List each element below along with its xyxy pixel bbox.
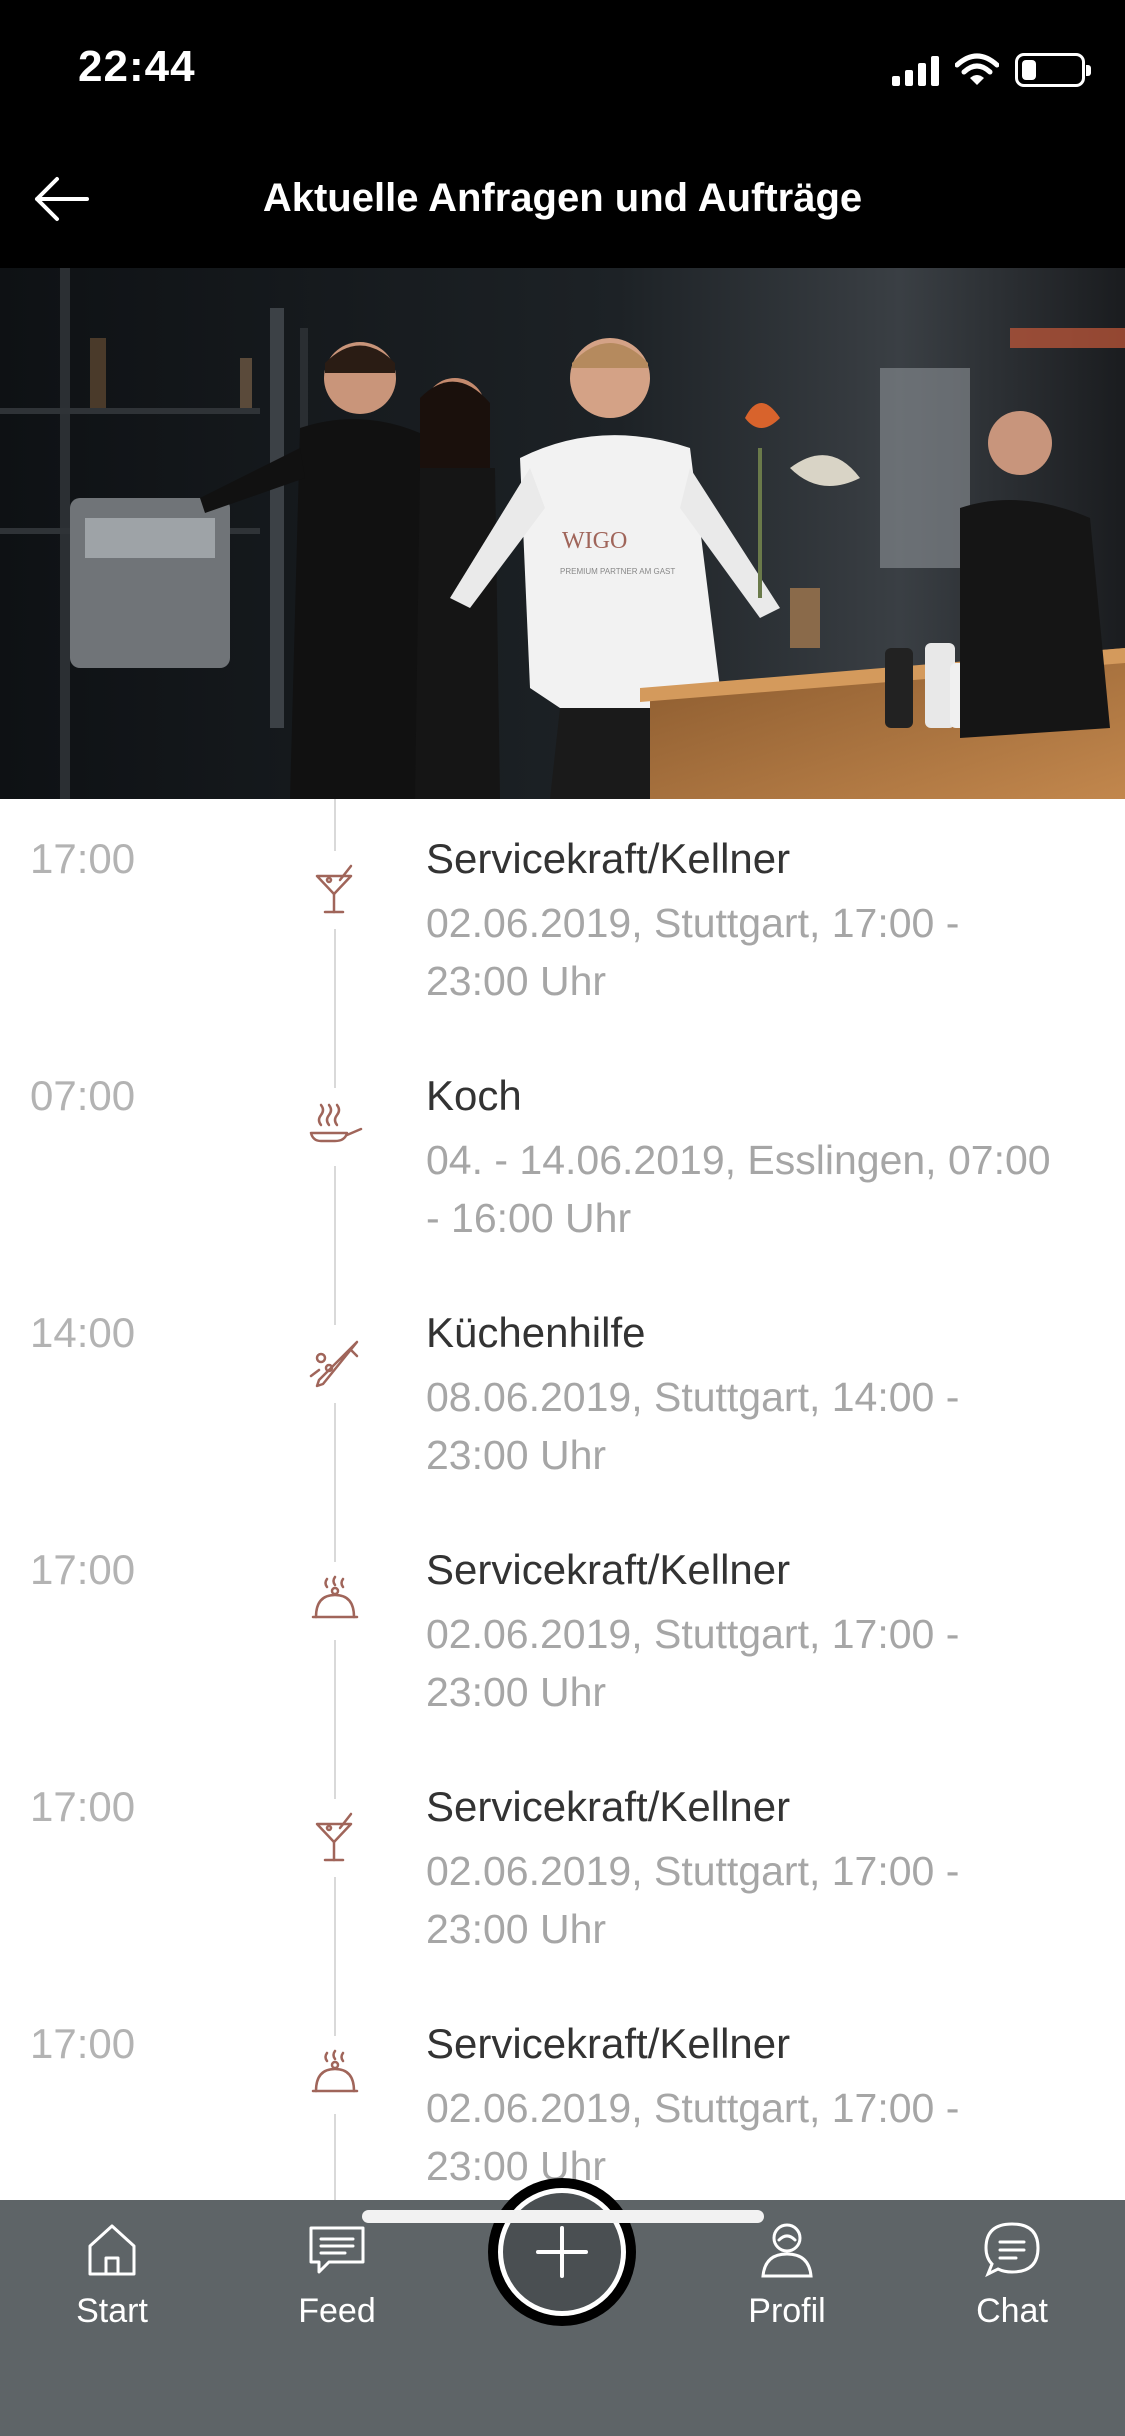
nav-header: Aktuelle Anfragen und Aufträge [0,132,1125,268]
item-title: Servicekraft/Kellner [426,835,791,882]
item-details: 02.06.2019, Stuttgart, 17:00 - 23:00 Uhr [426,1611,960,1715]
tab-feed[interactable]: Feed [257,2212,417,2352]
cooking-pan-icon [296,1088,374,1166]
home-icon [88,2224,136,2276]
battery-icon [1015,53,1091,87]
svg-text:PREMIUM PARTNER AM GAST: PREMIUM PARTNER AM GAST [560,567,675,576]
page-title: Aktuelle Anfragen und Aufträge [262,176,863,220]
item-time: 07:00 [30,1072,136,1119]
timeline-item[interactable]: 14:00 Küchenhilfe 08.06.2019, Stuttgart,… [0,1273,1125,1510]
tab-start[interactable]: Start [32,2212,192,2352]
item-details: 02.06.2019, Stuttgart, 17:00 - 23:00 Uhr [426,2085,960,2189]
timeline-item[interactable]: 07:00 Koch 04. - 14.06.2019, Esslingen, … [0,1036,1125,1273]
battery-level [1022,60,1036,80]
item-details: 02.06.2019, Stuttgart, 17:00 - 23:00 Uhr [426,1848,960,1952]
chat-icon [984,2222,1040,2278]
tab-chat[interactable]: Chat [932,2212,1092,2352]
item-title: Servicekraft/Kellner [426,1783,791,1830]
status-time: 22:44 [78,42,196,91]
timeline-item[interactable]: 17:00 Servicekraft/Kellner 02.06.2019, S… [0,1747,1125,1984]
item-time: 17:00 [30,1546,136,1593]
status-bar: 22:44 [0,0,1125,132]
tab-chat-label: Chat [976,2292,1048,2330]
item-title: Servicekraft/Kellner [426,2020,791,2067]
profile-icon [761,2223,813,2278]
item-title: Koch [426,1072,522,1119]
item-time: 17:00 [30,835,136,882]
tab-start-label: Start [76,2292,148,2330]
item-details: 04. - 14.06.2019, Esslingen, 07:00 - 16:… [426,1137,1051,1241]
wifi-icon [955,53,999,85]
cellular-signal-icon [892,54,939,86]
item-time: 17:00 [30,1783,136,1830]
item-title: Servicekraft/Kellner [426,1546,791,1593]
item-details: 02.06.2019, Stuttgart, 17:00 - 23:00 Uhr [426,900,960,1004]
cocktail-glass-icon [296,851,374,929]
add-button[interactable] [488,2178,636,2326]
timeline-list: 17:00 Servicekraft/Kellner 02.06.2019, S… [0,799,1125,2200]
hero-image: WIGO PREMIUM PARTNER AM GAST [0,268,1125,799]
serving-cloche-icon [296,1562,374,1640]
tab-feed-label: Feed [298,2292,376,2330]
serving-cloche-icon [296,2036,374,2114]
timeline-item[interactable]: 17:00 Servicekraft/Kellner 02.06.2019, S… [0,1984,1125,2200]
tab-profil[interactable]: Profil [707,2212,867,2352]
knife-vegetables-icon [296,1325,374,1403]
item-details: 08.06.2019, Stuttgart, 14:00 - 23:00 Uhr [426,1374,960,1478]
tab-profil-label: Profil [748,2292,826,2330]
feed-icon [309,2226,365,2274]
timeline-item[interactable]: 17:00 Servicekraft/Kellner 02.06.2019, S… [0,799,1125,1036]
tab-bar: Start Feed Profil Chat [0,2178,1125,2436]
timeline-item[interactable]: 17:00 Servicekraft/Kellner 02.06.2019, S… [0,1510,1125,1747]
item-title: Küchenhilfe [426,1309,646,1356]
cocktail-glass-icon [296,1799,374,1877]
status-icons [892,50,1091,90]
item-time: 14:00 [30,1309,136,1356]
plus-icon [536,2226,588,2278]
item-time: 17:00 [30,2020,136,2067]
home-indicator [362,2210,764,2223]
svg-text:WIGO: WIGO [562,528,627,554]
